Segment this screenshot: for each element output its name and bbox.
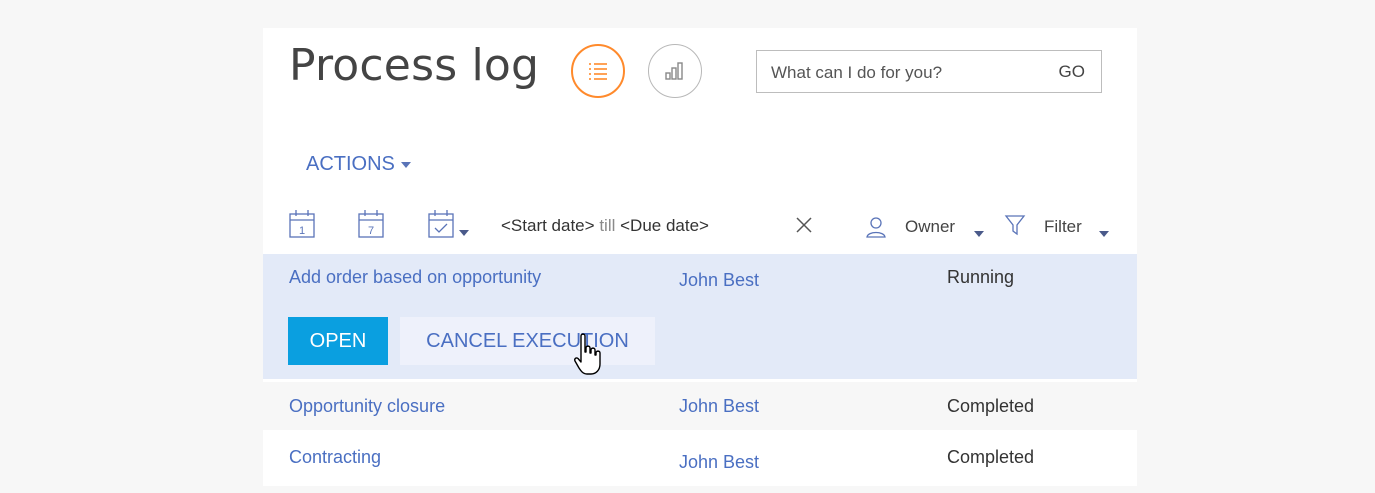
process-log-panel: Process log GO ACTIONS — [263, 28, 1137, 486]
owner-filter-button[interactable]: Owner — [905, 217, 955, 237]
calendar-day-number: 1 — [299, 225, 305, 237]
date-till-label: till — [599, 216, 616, 235]
table-row[interactable]: Opportunity closure John Best Completed — [263, 382, 1137, 430]
filter-icon[interactable] — [1004, 214, 1026, 236]
actions-menu-button[interactable]: ACTIONS — [306, 153, 411, 176]
owner-link[interactable]: John Best — [679, 396, 759, 417]
bar-chart-icon — [665, 62, 683, 80]
calendar-day-icon[interactable]: 1 — [288, 209, 316, 239]
process-name-link[interactable]: Opportunity closure — [289, 396, 445, 417]
calendar-week-number: 7 — [368, 225, 374, 237]
open-button[interactable]: OPEN — [288, 317, 388, 365]
chevron-down-icon[interactable] — [459, 224, 469, 242]
chevron-down-icon[interactable] — [974, 225, 984, 243]
filter-button[interactable]: Filter — [1044, 217, 1082, 237]
analytics-view-button[interactable] — [648, 44, 702, 98]
due-date: <Due date> — [620, 216, 709, 235]
hand-pointer-icon — [574, 333, 601, 375]
actions-label: ACTIONS — [306, 153, 395, 175]
status-text: Completed — [947, 447, 1035, 467]
search-go-button[interactable]: GO — [1059, 62, 1085, 82]
search-input[interactable] — [769, 59, 1023, 87]
filter-bar: 1 7 <Start date> till <Due date> Owner F… — [263, 206, 1137, 250]
date-range[interactable]: <Start date> till <Due date> — [501, 216, 709, 236]
list-view-button[interactable] — [571, 44, 625, 98]
search-box: GO — [756, 50, 1102, 93]
calendar-check-icon[interactable] — [427, 209, 455, 239]
process-name-link[interactable]: Add order based on opportunity — [289, 267, 541, 288]
chevron-down-icon — [400, 161, 411, 168]
status-text: Completed — [947, 396, 1035, 416]
page-title: Process log — [289, 40, 540, 91]
table-row[interactable]: Add order based on opportunity John Best… — [263, 254, 1137, 379]
list-icon — [589, 63, 607, 80]
owner-link[interactable]: John Best — [679, 270, 759, 291]
process-name-link[interactable]: Contracting — [289, 447, 381, 468]
start-date: <Start date> — [501, 216, 595, 235]
close-icon[interactable] — [795, 216, 813, 234]
calendar-week-icon[interactable]: 7 — [357, 209, 385, 239]
table-row[interactable]: Contracting John Best Completed — [263, 433, 1137, 483]
user-icon[interactable] — [865, 216, 887, 238]
owner-link[interactable]: John Best — [679, 452, 759, 473]
cancel-execution-button[interactable]: CANCEL EXECUTION — [400, 317, 655, 365]
chevron-down-icon[interactable] — [1099, 225, 1109, 243]
status-text: Running — [947, 267, 1015, 287]
